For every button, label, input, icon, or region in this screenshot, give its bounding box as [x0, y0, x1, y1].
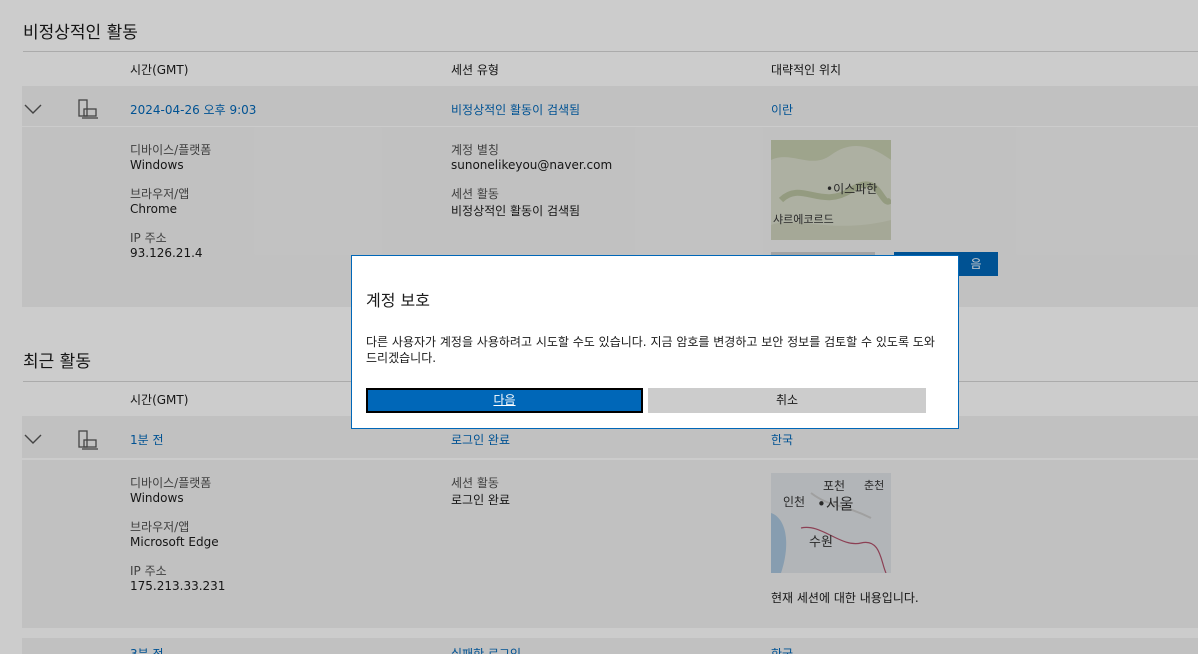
cancel-button[interactable]: 취소 — [648, 388, 926, 413]
next-button[interactable]: 다음 — [366, 388, 643, 413]
account-protection-dialog: 계정 보호 다른 사용자가 계정을 사용하려고 시도할 수도 있습니다. 지금 … — [351, 255, 959, 429]
dialog-title: 계정 보호 — [366, 291, 430, 310]
dialog-message: 다른 사용자가 계정을 사용하려고 시도할 수도 있습니다. 지금 암호를 변경… — [366, 335, 935, 365]
